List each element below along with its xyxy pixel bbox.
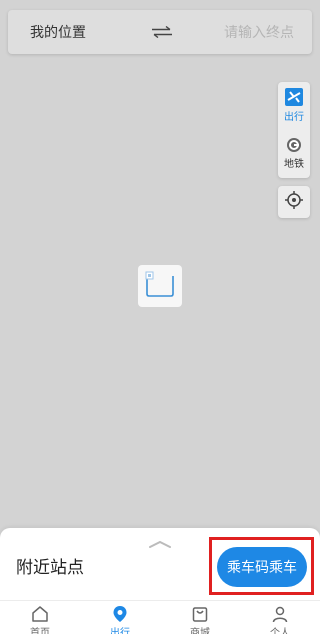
person-icon [271,605,289,627]
location-pin-icon [111,605,129,627]
tab-profile[interactable]: 个人 [240,601,320,634]
tab-travel-label: 出行 [110,628,130,634]
tab-mall-label: 商城 [190,628,210,634]
shopping-bag-icon [191,605,209,627]
mode-metro-label: 地铁 [284,159,304,170]
transit-icon [285,88,303,110]
metro-icon [286,137,302,157]
tab-home[interactable]: 首页 [0,601,80,634]
image-placeholder-icon [144,270,176,302]
mode-transit-label: 出行 [284,112,304,123]
tab-profile-label: 个人 [270,628,290,634]
map-mode-panel: 出行 地铁 [278,82,310,178]
route-destination-field[interactable]: 请输入终点 [214,22,294,42]
home-icon [31,605,49,627]
tab-travel[interactable]: 出行 [80,601,160,634]
tab-mall[interactable]: 商城 [160,601,240,634]
route-origin-field[interactable]: 我的位置 [30,22,110,42]
route-bar: 我的位置 请输入终点 [8,10,312,54]
bottom-tab-bar: 首页 出行 商城 个人 [0,600,320,634]
mode-metro-button[interactable]: 地铁 [278,130,310,178]
locate-button[interactable] [278,186,310,218]
sheet-handle-icon[interactable] [148,534,172,548]
mode-transit-button[interactable]: 出行 [278,82,310,130]
crosshair-icon [285,191,303,213]
nearby-stations-title: 附近站点 [16,558,84,578]
swap-icon[interactable] [150,25,174,39]
ride-qr-code-button[interactable]: 乘车码乘车 [217,547,307,587]
map-loading-image [138,265,182,307]
tab-home-label: 首页 [30,628,50,634]
